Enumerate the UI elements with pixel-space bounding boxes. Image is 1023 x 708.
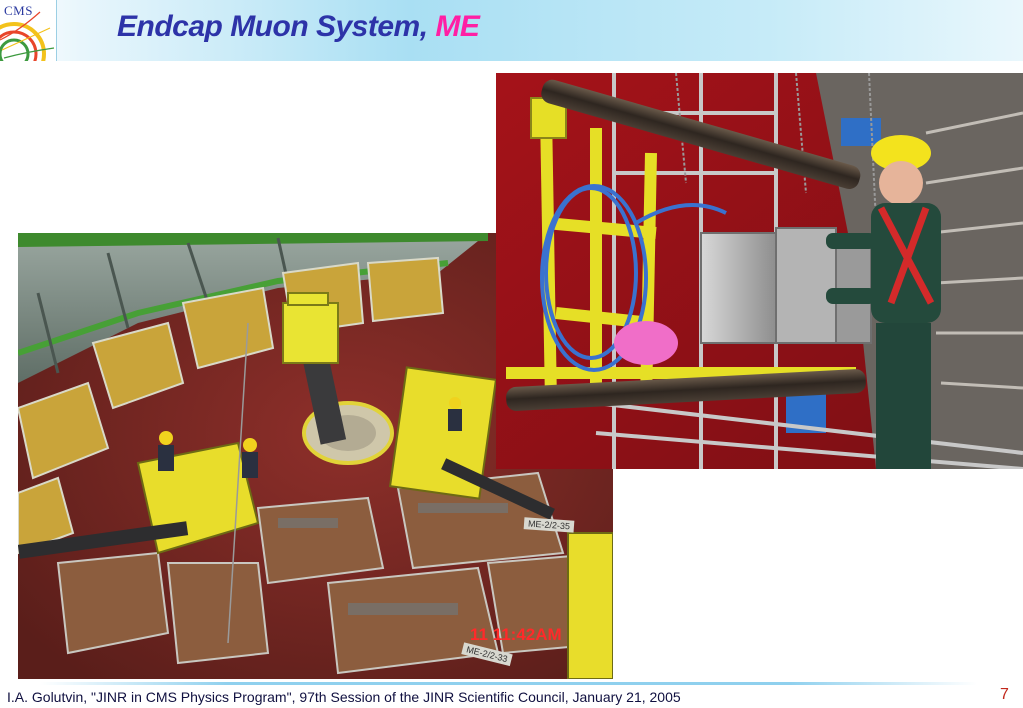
cms-logo: CMS <box>0 0 57 61</box>
chamber-installation-photo <box>496 73 1023 469</box>
page-number: 7 <box>1000 686 1009 703</box>
chamber-installation-illustration <box>496 73 1023 469</box>
title-accent: ME <box>435 10 480 43</box>
footer-citation: I.A. Golutvin, "JINR in CMS Physics Prog… <box>7 689 681 705</box>
logo-label: CMS <box>4 3 33 18</box>
title-main: Endcap Muon System, <box>117 10 428 43</box>
slide-header: CMS Endcap Muon System, ME <box>0 0 1023 61</box>
slide-title: Endcap Muon System, ME <box>117 10 480 44</box>
photo-date-stamp: 11 11:42AM <box>470 625 562 644</box>
footer-divider <box>40 682 977 685</box>
